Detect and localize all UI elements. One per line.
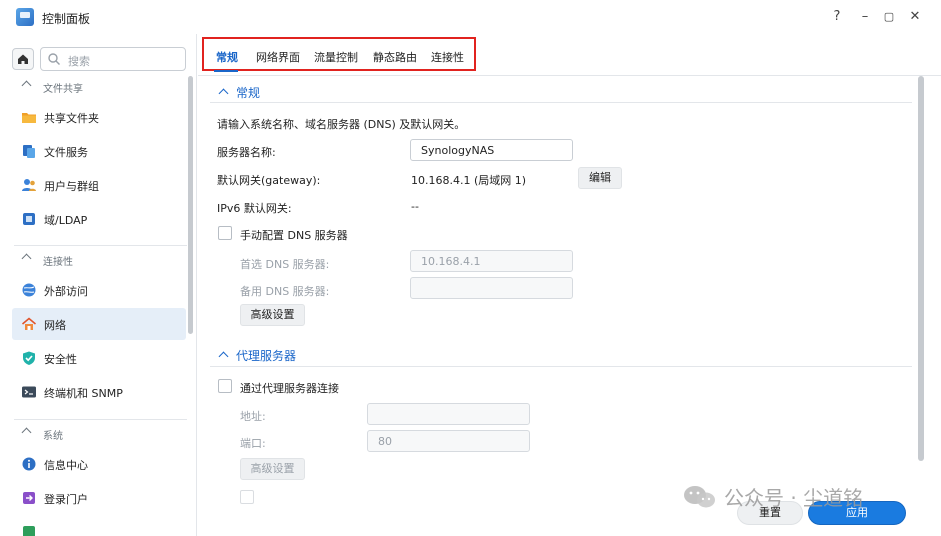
proxy-port-label: 端口: bbox=[240, 437, 266, 450]
edit-gateway-button[interactable]: 编辑 bbox=[578, 167, 622, 189]
primary-dns-label: 首选 DNS 服务器: bbox=[240, 258, 330, 271]
proxy-connect-label: 通过代理服务器连接 bbox=[240, 382, 339, 395]
ipv6-gateway-value: -- bbox=[411, 200, 419, 213]
users-icon bbox=[22, 179, 36, 191]
ipv6-gateway-label: IPv6 默认网关: bbox=[217, 202, 292, 215]
sidebar-item-users[interactable]: 用户与群组 bbox=[12, 169, 186, 201]
sidebar-item-external-access[interactable]: 外部访问 bbox=[12, 274, 186, 306]
proxy-port-field[interactable]: 80 bbox=[367, 430, 530, 452]
primary-dns-field[interactable]: 10.168.4.1 bbox=[410, 250, 573, 272]
tab-traffic-control[interactable]: 流量控制 bbox=[314, 49, 358, 65]
section-label: 系统 bbox=[43, 431, 63, 442]
search-placeholder: 搜索 bbox=[68, 55, 90, 68]
info-icon bbox=[22, 457, 36, 471]
section-label: 文件共享 bbox=[43, 84, 83, 95]
sidebar-item-info-center[interactable]: 信息中心 bbox=[12, 448, 186, 480]
server-name-label: 服务器名称: bbox=[217, 146, 276, 159]
title-bar: 控制面板 ? – ▢ ✕ bbox=[0, 0, 941, 34]
divider bbox=[14, 245, 187, 246]
network-home-icon bbox=[21, 317, 37, 330]
sidebar: 搜索 文件共享 共享文件夹 文件服务 用户与群组 域/LDAP 连接性 外部访问… bbox=[0, 34, 197, 536]
group-title: 代理服务器 bbox=[236, 349, 297, 363]
chevron-up-icon bbox=[21, 253, 32, 264]
partial-checkbox[interactable] bbox=[240, 490, 254, 504]
chevron-up-icon bbox=[218, 351, 229, 362]
sidebar-item-label: 终端机和 SNMP bbox=[44, 387, 123, 400]
wechat-logo-icon bbox=[684, 486, 715, 508]
tab-static-route[interactable]: 静态路由 bbox=[373, 49, 417, 65]
sidebar-item-label: 共享文件夹 bbox=[44, 112, 99, 125]
login-portal-icon bbox=[23, 492, 35, 504]
sidebar-item-file-services[interactable]: 文件服务 bbox=[12, 135, 186, 167]
main-content: 常规 网络界面 流量控制 静态路由 连接性 常规 请输入系统名称、域名服务器 (… bbox=[198, 34, 941, 536]
secondary-dns-label: 备用 DNS 服务器: bbox=[240, 285, 330, 298]
window-title: 控制面板 bbox=[42, 12, 91, 26]
proxy-address-label: 地址: bbox=[240, 410, 266, 423]
globe-icon bbox=[22, 283, 36, 297]
chevron-up-icon bbox=[21, 427, 32, 438]
close-button[interactable]: ✕ bbox=[907, 9, 923, 25]
active-tab-indicator bbox=[214, 70, 238, 72]
search-icon bbox=[48, 53, 60, 65]
gateway-value: 10.168.4.1 (局域网 1) bbox=[411, 174, 527, 187]
sidebar-item-network[interactable]: 网络 bbox=[12, 308, 186, 340]
sidebar-item-label: 信息中心 bbox=[44, 459, 88, 472]
help-button[interactable]: ? bbox=[829, 9, 845, 25]
sidebar-item-label: 文件服务 bbox=[44, 146, 88, 159]
watermark: 公众号 · 尘道铭 bbox=[682, 480, 941, 516]
region-icon bbox=[23, 526, 35, 536]
proxy-advanced-settings-button[interactable]: 高级设置 bbox=[240, 458, 305, 480]
tab-general[interactable]: 常规 bbox=[216, 49, 238, 65]
proxy-address-field[interactable] bbox=[367, 403, 530, 425]
watermark-text: 公众号 · 尘道铭 bbox=[724, 486, 864, 510]
server-name-field[interactable]: SynologyNAS bbox=[410, 139, 573, 161]
folder-icon bbox=[22, 113, 36, 123]
dns-advanced-settings-button[interactable]: 高级设置 bbox=[240, 304, 305, 326]
secondary-dns-field[interactable] bbox=[410, 277, 573, 299]
gateway-label: 默认网关(gateway): bbox=[217, 174, 321, 187]
maximize-button[interactable]: ▢ bbox=[881, 9, 897, 25]
divider bbox=[14, 419, 187, 420]
tab-network-interface[interactable]: 网络界面 bbox=[256, 49, 300, 65]
tab-bar: 常规 网络界面 流量控制 静态路由 连接性 bbox=[198, 34, 941, 76]
minimize-button[interactable]: – bbox=[857, 9, 873, 25]
content-scrollbar[interactable] bbox=[918, 76, 924, 461]
sidebar-item-login-portal[interactable]: 登录门户 bbox=[12, 482, 186, 514]
control-panel-app-icon bbox=[16, 8, 34, 26]
sidebar-item-terminal-snmp[interactable]: 终端机和 SNMP bbox=[12, 376, 186, 408]
search-input[interactable]: 搜索 bbox=[40, 47, 186, 71]
group-title: 常规 bbox=[236, 86, 261, 100]
manual-dns-checkbox[interactable] bbox=[218, 226, 232, 240]
chevron-up-icon bbox=[21, 80, 32, 91]
domain-icon bbox=[23, 213, 35, 225]
section-connectivity[interactable]: 连接性 bbox=[0, 245, 187, 271]
sidebar-scrollbar[interactable] bbox=[188, 76, 193, 334]
sidebar-item-partial[interactable] bbox=[12, 516, 186, 536]
general-description: 请输入系统名称、域名服务器 (DNS) 及默认网关。 bbox=[217, 118, 466, 131]
divider bbox=[210, 366, 912, 367]
sidebar-item-label: 用户与群组 bbox=[44, 180, 99, 193]
sidebar-item-domain-ldap[interactable]: 域/LDAP bbox=[12, 203, 186, 235]
sidebar-item-security[interactable]: 安全性 bbox=[12, 342, 186, 374]
chevron-up-icon bbox=[218, 88, 229, 99]
divider bbox=[210, 102, 912, 103]
sidebar-item-label: 网络 bbox=[44, 319, 66, 332]
file-services-icon bbox=[23, 145, 35, 158]
terminal-icon bbox=[22, 386, 36, 398]
section-file-sharing[interactable]: 文件共享 bbox=[0, 76, 187, 98]
sidebar-item-label: 安全性 bbox=[44, 353, 77, 366]
proxy-connect-checkbox[interactable] bbox=[218, 379, 232, 393]
sidebar-item-label: 外部访问 bbox=[44, 285, 88, 298]
manual-dns-label: 手动配置 DNS 服务器 bbox=[240, 229, 348, 242]
home-button[interactable] bbox=[12, 48, 34, 70]
tab-connectivity[interactable]: 连接性 bbox=[431, 49, 464, 65]
sidebar-item-shared-folder[interactable]: 共享文件夹 bbox=[12, 101, 186, 133]
sidebar-item-label: 登录门户 bbox=[44, 493, 88, 506]
home-icon bbox=[18, 54, 28, 64]
sidebar-item-label: 域/LDAP bbox=[44, 214, 88, 227]
section-system[interactable]: 系统 bbox=[0, 419, 187, 445]
shield-icon bbox=[23, 351, 35, 365]
section-label: 连接性 bbox=[43, 257, 73, 268]
